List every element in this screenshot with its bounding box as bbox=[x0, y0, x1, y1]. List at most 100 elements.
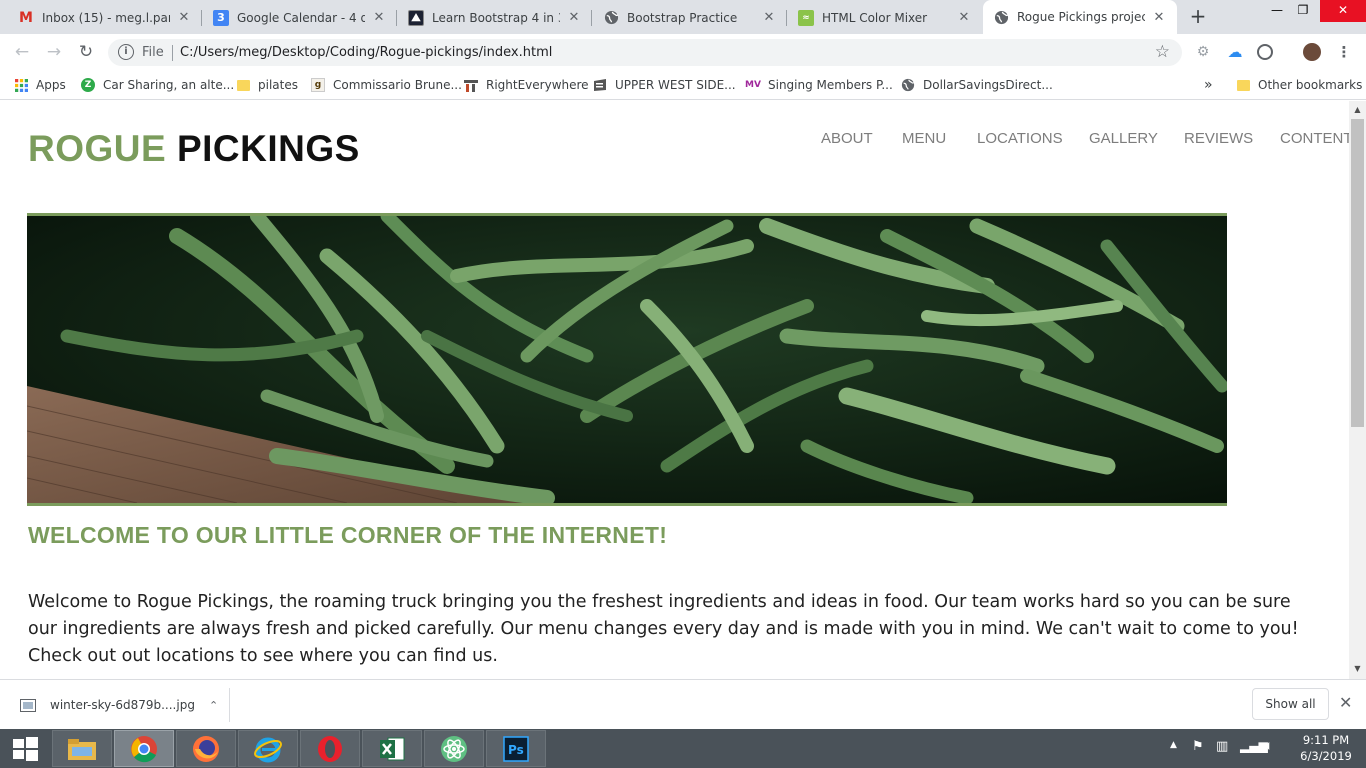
taskbar: Ps ▲ ⚑ ▥ ▂▄▆ 🔈︎ 9:11 PM 6/3/2019 bbox=[0, 729, 1366, 768]
chart-icon bbox=[464, 78, 478, 92]
info-icon[interactable]: i bbox=[118, 44, 134, 60]
brand-rest: PICKINGS bbox=[176, 128, 360, 169]
scroll-up-arrow-icon[interactable]: ▲ bbox=[1353, 105, 1362, 114]
bookmark-label: RightEverywhere bbox=[486, 78, 589, 92]
globe-icon bbox=[993, 9, 1009, 25]
tab-html-color-mixer[interactable]: ≈ HTML Color Mixer ✕ bbox=[788, 1, 982, 34]
bookmark-pilates[interactable]: pilates bbox=[236, 76, 298, 94]
bookmark-other[interactable]: Other bookmarks bbox=[1236, 76, 1362, 94]
windows-start-button[interactable] bbox=[0, 729, 50, 768]
tab-google-calendar[interactable]: 3 Google Calendar - 4 days ✕ bbox=[203, 1, 397, 34]
extension-puzzle-icon[interactable]: ⚙ bbox=[1194, 43, 1212, 61]
clock-time: 9:11 PM bbox=[1302, 733, 1350, 747]
file-explorer-icon[interactable] bbox=[52, 730, 112, 767]
show-all-button[interactable]: Show all bbox=[1252, 688, 1329, 720]
atom-icon[interactable] bbox=[424, 730, 484, 767]
nav-content[interactable]: CONTENT bbox=[1280, 130, 1349, 147]
bookmark-label: Car Sharing, an alte... bbox=[103, 78, 235, 92]
photoshop-icon[interactable]: Ps bbox=[486, 730, 546, 767]
bookmarks-bar: Apps Z Car Sharing, an alte... pilates g… bbox=[0, 70, 1366, 100]
close-tab-icon[interactable]: ✕ bbox=[956, 10, 972, 25]
tab-rogue-pickings[interactable]: Rogue Pickings project ✕ bbox=[983, 0, 1177, 34]
download-item[interactable]: winter-sky-6d879b....jpg ⌃ bbox=[10, 688, 230, 722]
close-tab-icon[interactable]: ✕ bbox=[371, 10, 387, 25]
flag-icon[interactable]: ⚑ bbox=[1192, 739, 1204, 754]
intro-paragraph: Welcome to Rogue Pickings, the roaming t… bbox=[28, 592, 1299, 666]
excel-icon[interactable] bbox=[362, 730, 422, 767]
firefox-icon[interactable] bbox=[176, 730, 236, 767]
address-bar[interactable]: i File C:/Users/meg/Desktop/Coding/Rogue… bbox=[108, 39, 1182, 66]
nav-menu[interactable]: MENU bbox=[902, 130, 977, 147]
bookmark-label: pilates bbox=[258, 78, 298, 92]
brand-accent: ROGUE bbox=[28, 128, 167, 169]
download-shelf: winter-sky-6d879b....jpg ⌃ Show all ✕ bbox=[0, 679, 1366, 729]
nav-reviews[interactable]: REVIEWS bbox=[1184, 130, 1280, 147]
close-tab-icon[interactable]: ✕ bbox=[176, 10, 192, 25]
site-logo[interactable]: ROGUE PICKINGS bbox=[28, 128, 360, 170]
folder-icon bbox=[1236, 78, 1250, 92]
bootstrap-icon: ⛰ bbox=[408, 9, 424, 26]
bookmark-apps[interactable]: Apps bbox=[14, 76, 66, 94]
new-tab-button[interactable]: + bbox=[1186, 6, 1210, 28]
url-text[interactable]: C:/Users/meg/Desktop/Coding/Rogue-pickin… bbox=[180, 45, 552, 60]
mv-icon: MV bbox=[745, 80, 761, 90]
svg-text:Ps: Ps bbox=[508, 743, 524, 757]
internet-explorer-icon[interactable] bbox=[238, 730, 298, 767]
bookmark-commissario[interactable]: g Commissario Brune... bbox=[311, 76, 462, 94]
chrome-icon[interactable] bbox=[114, 730, 174, 767]
url-scheme: File bbox=[142, 45, 164, 60]
tab-title: Bootstrap Practice bbox=[627, 10, 738, 25]
bookmark-label: Other bookmarks bbox=[1258, 78, 1363, 92]
bookmark-label: Apps bbox=[36, 78, 66, 92]
forward-arrow-icon[interactable]: → bbox=[42, 40, 66, 64]
bookmark-dollar-savings[interactable]: DollarSavingsDirect... bbox=[901, 76, 1053, 94]
bookmark-car-sharing[interactable]: Z Car Sharing, an alte... bbox=[81, 76, 234, 94]
chevron-up-icon[interactable]: ⌃ bbox=[209, 699, 218, 712]
reload-icon[interactable]: ↻ bbox=[74, 40, 98, 64]
nav-gallery[interactable]: GALLERY bbox=[1089, 130, 1184, 147]
tab-title: Inbox (15) - meg.l.parsons bbox=[42, 10, 170, 25]
hero-image-green-beans bbox=[27, 213, 1227, 506]
tab-learn-bootstrap[interactable]: ⛰ Learn Bootstrap 4 in 30 mi ✕ bbox=[398, 1, 592, 34]
bookmark-star-icon[interactable]: ☆ bbox=[1155, 42, 1170, 62]
bookmark-singing-members[interactable]: MV Singing Members P... bbox=[745, 76, 893, 94]
taskbar-clock[interactable]: 9:11 PM 6/3/2019 bbox=[1296, 732, 1356, 764]
cloud-icon[interactable]: ☁ bbox=[1226, 43, 1244, 61]
calendar-icon: 3 bbox=[213, 9, 229, 26]
tab-gmail[interactable]: M Inbox (15) - meg.l.parsons ✕ bbox=[8, 1, 202, 34]
tab-title: Google Calendar - 4 days bbox=[237, 10, 365, 25]
volume-icon[interactable]: 🔈︎ bbox=[1265, 738, 1273, 754]
bookmark-label: DollarSavingsDirect... bbox=[923, 78, 1053, 92]
close-icon[interactable]: ✕ bbox=[1339, 693, 1352, 712]
back-arrow-icon[interactable]: ← bbox=[10, 40, 34, 64]
opera-icon[interactable] bbox=[300, 730, 360, 767]
tab-title: Learn Bootstrap 4 in 30 mi bbox=[432, 10, 560, 25]
close-tab-icon[interactable]: ✕ bbox=[566, 10, 582, 25]
signal-icon[interactable]: ▂▄▆ bbox=[1240, 739, 1268, 753]
image-file-icon bbox=[20, 698, 36, 712]
avatar[interactable] bbox=[1303, 43, 1321, 61]
tab-title: Rogue Pickings project bbox=[1017, 10, 1145, 24]
bookmark-upper-west-side[interactable]: UPPER WEST SIDE... bbox=[593, 76, 736, 94]
close-tab-icon[interactable]: ✕ bbox=[761, 10, 777, 25]
scrollbar-thumb[interactable] bbox=[1351, 119, 1364, 427]
menu-dots-icon[interactable]: ⋮ bbox=[1335, 43, 1353, 61]
page-viewport: ROGUE PICKINGS ABOUT MENU LOCATIONS GALL… bbox=[0, 101, 1349, 679]
window-close-button[interactable]: ✕ bbox=[1320, 0, 1366, 22]
tray-overflow-icon[interactable]: ▲ bbox=[1170, 740, 1177, 750]
bookmark-righteverywhere[interactable]: RightEverywhere bbox=[464, 76, 589, 94]
page-scrollbar[interactable]: ▲ ▼ bbox=[1349, 101, 1366, 679]
folder-icon bbox=[236, 78, 250, 92]
network-icon[interactable]: ▥ bbox=[1216, 739, 1228, 754]
bookmark-label: Commissario Brune... bbox=[333, 78, 462, 92]
chat-icon[interactable] bbox=[1257, 44, 1273, 60]
newspaper-icon bbox=[593, 78, 607, 92]
nav-locations[interactable]: LOCATIONS bbox=[977, 130, 1089, 147]
close-tab-icon[interactable]: ✕ bbox=[1151, 10, 1167, 25]
scroll-down-arrow-icon[interactable]: ▼ bbox=[1353, 664, 1362, 673]
welcome-heading: WELCOME TO OUR LITTLE CORNER OF THE INTE… bbox=[28, 522, 668, 548]
bookmarks-overflow-icon[interactable]: » bbox=[1204, 76, 1213, 94]
download-filename: winter-sky-6d879b....jpg bbox=[50, 698, 195, 712]
nav-about[interactable]: ABOUT bbox=[821, 130, 902, 147]
tab-bootstrap-practice[interactable]: Bootstrap Practice ✕ bbox=[593, 1, 787, 34]
